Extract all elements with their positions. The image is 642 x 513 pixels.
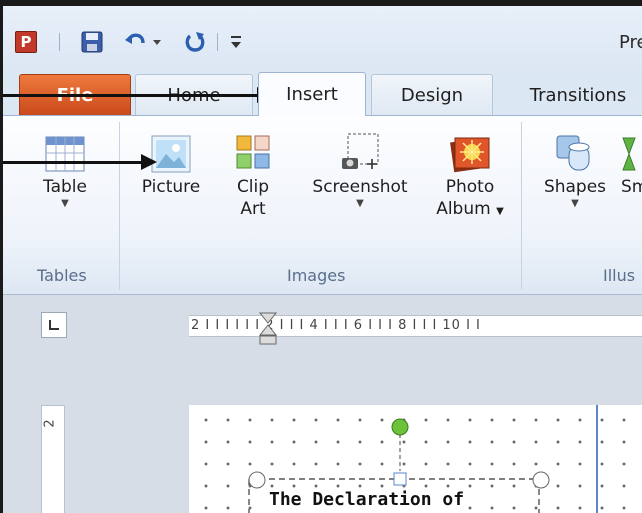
group-separator [119, 122, 120, 290]
horizontal-ruler-ticks: 2 I I I I I I 2 I I I 4 I I I 6 I I I 8 … [191, 318, 481, 333]
slide-workspace: 2 I I I I I I 2 I I I 4 I I I 6 I I I 8 … [3, 295, 642, 513]
resize-handle-icon [393, 472, 407, 486]
indent-marker-icon[interactable] [255, 303, 281, 355]
table-button[interactable]: Table ▼ [33, 132, 97, 210]
screenshot-button-label: Screenshot [312, 177, 408, 197]
smartart-button-label: Sm [621, 177, 642, 197]
ribbon-insert: Table ▼ Tables Picture Clip Art Screensh… [3, 115, 642, 295]
photo-album-button[interactable]: Photo Album ▼ [426, 132, 514, 223]
callout-arrow-picture-button [3, 154, 157, 170]
callout-arrow-insert-tab [3, 87, 273, 103]
clipart-icon [231, 132, 275, 176]
tab-design[interactable]: Design [371, 74, 493, 116]
group-label-illustrations: Illus [603, 266, 636, 285]
undo-dropdown-icon[interactable] [152, 37, 162, 47]
powerpoint-window: P Pr File Home Insert Design Transitions… [0, 0, 642, 513]
qat-separator [217, 33, 218, 51]
vertical-ruler-number: 2 [42, 419, 58, 428]
picture-button-label: Picture [141, 177, 201, 197]
save-icon[interactable] [81, 31, 103, 53]
tab-insert[interactable]: Insert [258, 72, 366, 116]
group-label-images: Images [287, 266, 346, 285]
ribbon-tabs: File Home Insert Design Transitions [3, 70, 642, 116]
clipart-button-label-line1: Clip [236, 177, 270, 197]
clipart-button[interactable]: Clip Art [225, 132, 281, 220]
window-title: Pre [619, 32, 642, 53]
qat-separator [59, 33, 60, 51]
shapes-icon [553, 132, 597, 176]
redo-icon[interactable] [183, 30, 207, 54]
vertical-ruler[interactable]: 2 [41, 405, 65, 513]
shapes-button[interactable]: Shapes ▼ [535, 132, 615, 210]
photo-album-label-line2: Album ▼ [436, 199, 504, 219]
group-separator [521, 122, 522, 290]
powerpoint-logo-icon[interactable]: P [15, 31, 37, 53]
quick-access-toolbar: P Pr [3, 6, 642, 70]
resize-handle-icon [248, 471, 266, 489]
chevron-down-icon: ▼ [356, 198, 364, 209]
group-label-tables: Tables [37, 266, 87, 285]
undo-icon[interactable] [123, 30, 147, 54]
tab-transitions[interactable]: Transitions [511, 74, 642, 116]
photo-album-label-line1: Photo [445, 177, 495, 197]
shapes-button-label: Shapes [543, 177, 607, 197]
screenshot-button[interactable]: Screenshot ▼ [295, 132, 425, 210]
photo-album-icon [448, 132, 492, 176]
slide-title-text[interactable]: The Declaration of [269, 489, 465, 510]
chevron-down-icon: ▼ [61, 198, 69, 209]
slide-canvas[interactable]: The Declaration of [189, 405, 642, 513]
tab-selector-icon[interactable] [41, 312, 67, 338]
table-icon [43, 132, 87, 176]
smartart-icon [621, 132, 642, 176]
customize-qat-icon[interactable] [228, 33, 244, 51]
smartart-button[interactable]: Sm [621, 132, 642, 198]
table-button-label: Table [43, 177, 87, 197]
screenshot-icon [338, 132, 382, 176]
rotate-handle-icon [391, 418, 409, 436]
clipart-button-label-line2: Art [240, 199, 266, 219]
resize-handle-icon [532, 471, 550, 489]
chevron-down-icon: ▼ [571, 198, 579, 209]
